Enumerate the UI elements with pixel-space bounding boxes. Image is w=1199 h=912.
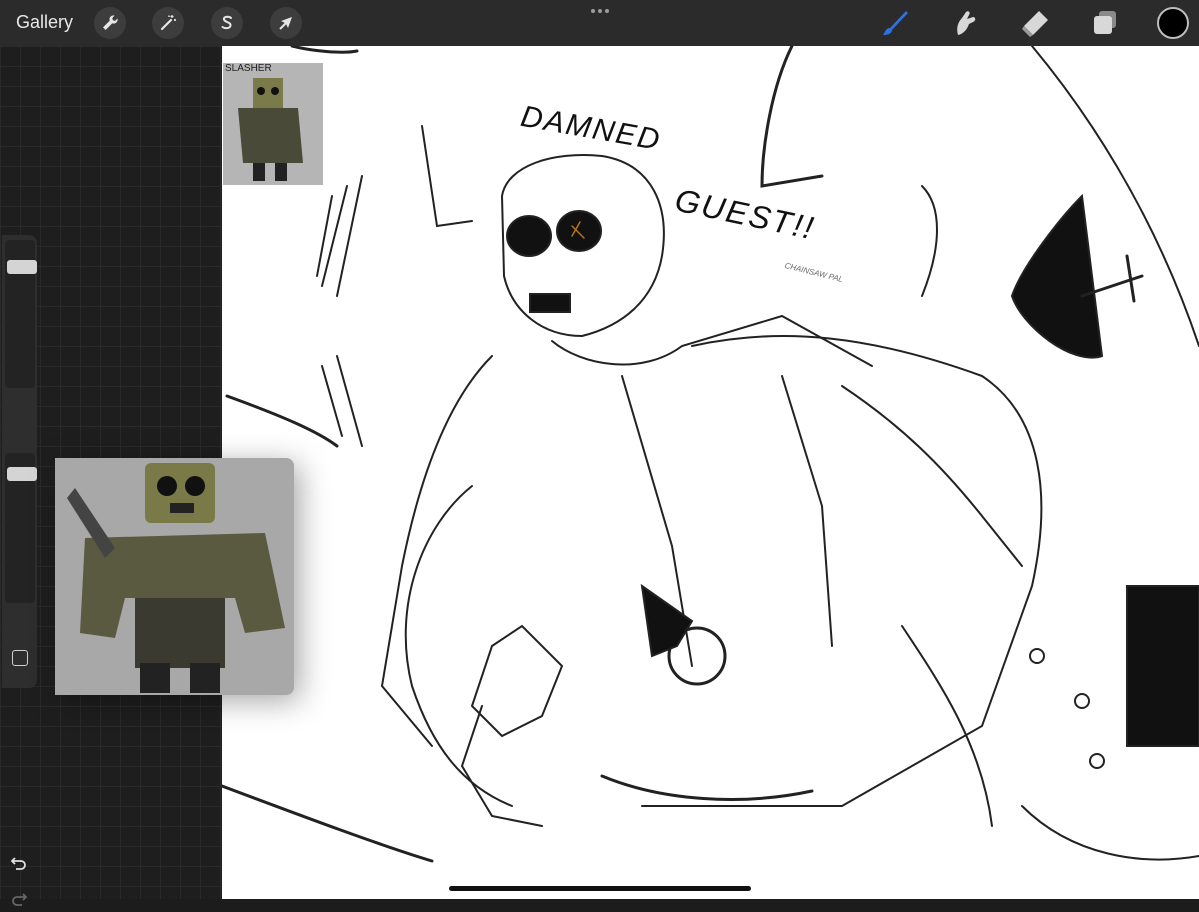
layers-icon: [1094, 11, 1116, 34]
transform-button[interactable]: [270, 7, 302, 39]
undo-button[interactable]: [10, 855, 28, 876]
wrench-icon: [103, 15, 118, 30]
magic-wand-icon: [160, 15, 176, 31]
gallery-button[interactable]: Gallery: [16, 12, 73, 33]
more-dots-icon[interactable]: [590, 7, 610, 15]
brush-size-slider[interactable]: [5, 240, 37, 388]
home-indicator[interactable]: [449, 886, 751, 891]
opacity-slider[interactable]: [5, 453, 37, 603]
brush-sliders-tray: [2, 235, 37, 906]
top-toolbar: Gallery: [0, 0, 1199, 46]
reference-character-image: [238, 78, 303, 181]
brush-size-thumb[interactable]: [7, 260, 37, 274]
eraser-icon: [1022, 11, 1048, 37]
brush-icon: [883, 11, 908, 35]
selection-s-icon: [221, 15, 232, 30]
actions-button[interactable]: [94, 7, 126, 39]
adjustments-button[interactable]: [152, 7, 184, 39]
reference-image: [55, 458, 294, 695]
sketch-artwork: [222, 46, 1199, 863]
redo-button[interactable]: [10, 891, 28, 912]
drawing-canvas[interactable]: DAMNED GUEST!! CHAINSAW PAL: [222, 46, 1199, 899]
reference-window[interactable]: [55, 458, 294, 695]
arrow-cursor-icon: [279, 17, 292, 30]
redo-arrow-icon: [12, 893, 28, 906]
modifier-button[interactable]: [12, 650, 28, 666]
smudge-finger-icon: [957, 11, 976, 35]
eraser-button[interactable]: [1020, 8, 1050, 38]
layers-button[interactable]: [1090, 8, 1120, 38]
reference-thumbnail: SLASHER: [223, 63, 323, 185]
brush-button[interactable]: [880, 8, 910, 38]
color-picker-button[interactable]: [1157, 7, 1189, 39]
opacity-thumb[interactable]: [7, 467, 37, 481]
selection-button[interactable]: [211, 7, 243, 39]
smudge-button[interactable]: [950, 8, 980, 38]
undo-arrow-icon: [10, 857, 26, 870]
